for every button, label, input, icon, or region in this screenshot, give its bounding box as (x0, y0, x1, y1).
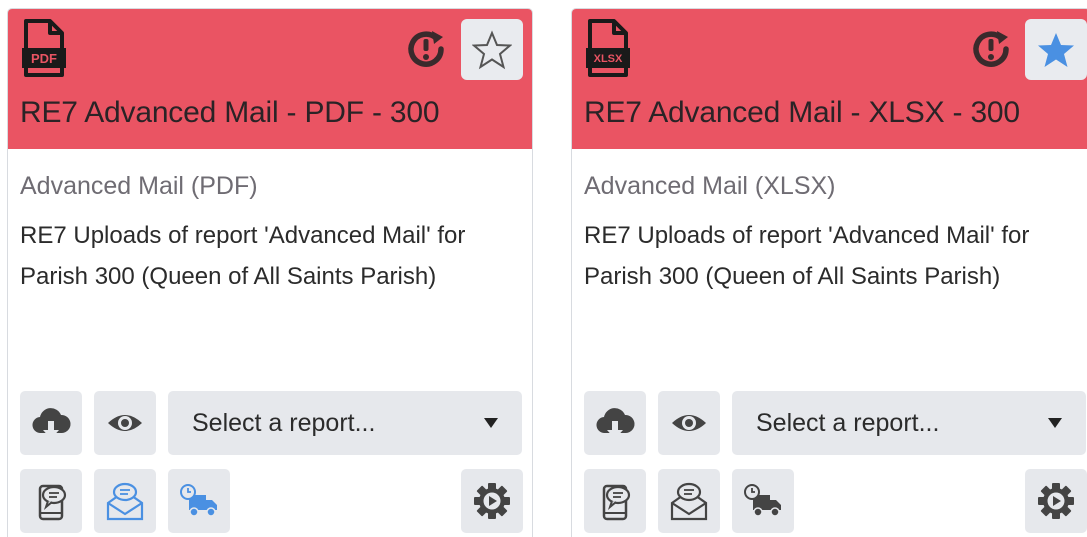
star-filled-icon (1038, 32, 1074, 67)
delivery-truck-clock-icon (744, 484, 781, 517)
report-select[interactable]: Select a report... (168, 391, 522, 455)
delivery-truck-clock-icon (180, 484, 217, 517)
report-select-value: Select a report... (756, 408, 940, 437)
file-badge-text: PDF (31, 51, 57, 66)
settings-button[interactable] (1025, 469, 1087, 533)
report-select-value: Select a report... (192, 408, 376, 437)
cloud-download-icon (596, 408, 635, 439)
refresh-alert-icon[interactable] (405, 28, 447, 70)
card-description: RE7 Uploads of report 'Advanced Mail' fo… (584, 222, 1030, 290)
star-outline-icon (472, 29, 512, 69)
scheduled-delivery-button[interactable] (168, 469, 230, 533)
report-select[interactable]: Select a report... (732, 391, 1086, 455)
refresh-alert-icon[interactable] (970, 28, 1012, 70)
mobile-message-icon (602, 484, 631, 521)
preview-button[interactable] (94, 391, 156, 455)
file-badge-text: XLSX (594, 53, 623, 65)
card-header: PDF RE7 Advanced Mail - PDF - 300 (8, 9, 532, 149)
gear-play-icon (474, 483, 510, 519)
settings-button[interactable] (461, 469, 523, 533)
favorite-button[interactable] (1025, 19, 1087, 80)
download-button[interactable] (20, 391, 82, 455)
eye-icon (108, 415, 142, 431)
mobile-message-icon (38, 484, 67, 521)
card-description: RE7 Uploads of report 'Advanced Mail' fo… (20, 222, 466, 290)
card-subtitle: Advanced Mail (XLSX) (584, 172, 836, 200)
cloud-download-icon (32, 408, 71, 439)
email-button[interactable] (94, 469, 156, 533)
report-card-xlsx: XLSX RE7 Advanced Mail - XLSX - 300 Adva… (571, 8, 1087, 537)
download-button[interactable] (584, 391, 646, 455)
email-message-icon (106, 482, 144, 521)
card-header: XLSX RE7 Advanced Mail - XLSX - 300 (572, 9, 1087, 149)
sms-button[interactable] (20, 469, 82, 533)
xlsx-file-icon: XLSX (586, 19, 630, 77)
card-title: RE7 Advanced Mail - XLSX - 300 (584, 96, 1020, 129)
card-subtitle: Advanced Mail (PDF) (20, 172, 258, 200)
chevron-down-icon (1048, 418, 1062, 428)
sms-button[interactable] (584, 469, 646, 533)
email-message-icon (670, 482, 708, 521)
report-card-pdf: PDF RE7 Advanced Mail - PDF - 300 Advanc… (7, 8, 533, 537)
favorite-button[interactable] (461, 19, 523, 80)
scheduled-delivery-button[interactable] (732, 469, 794, 533)
chevron-down-icon (484, 418, 498, 428)
email-button[interactable] (658, 469, 720, 533)
card-title: RE7 Advanced Mail - PDF - 300 (20, 96, 440, 129)
eye-icon (672, 415, 706, 431)
gear-play-icon (1038, 483, 1074, 519)
preview-button[interactable] (658, 391, 720, 455)
pdf-file-icon: PDF (22, 19, 66, 77)
